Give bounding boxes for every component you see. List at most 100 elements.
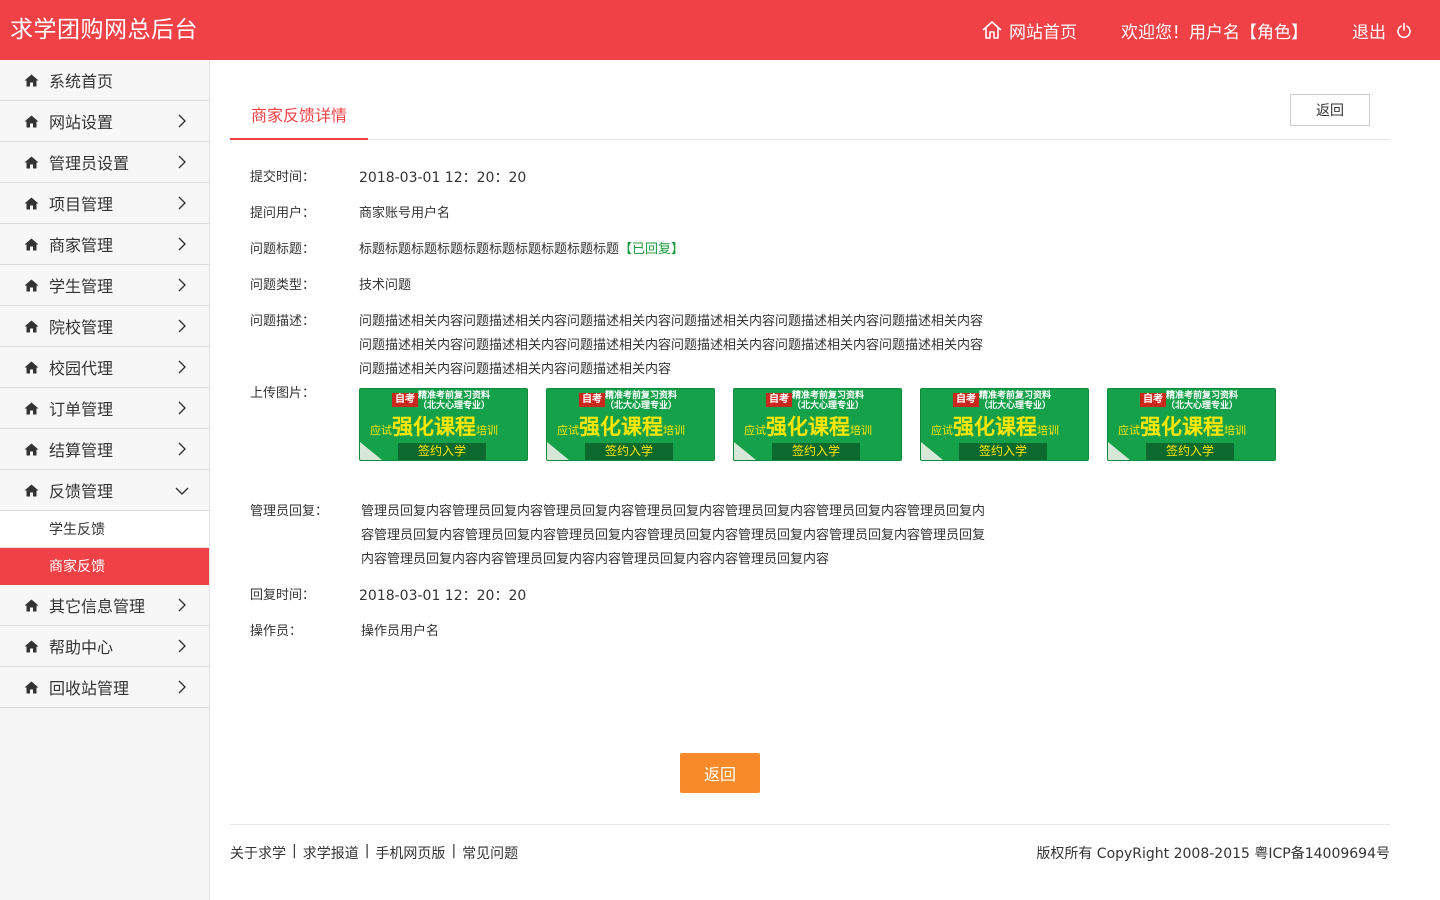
uploaded-image[interactable]: 自考 精准考前复习资料 （北大心理专业） 应试强化课程培训 签约入学 [920,388,1089,461]
footer-link-faq[interactable]: 常见问题 [462,843,518,863]
home-icon [24,320,39,333]
home-icon [24,115,39,128]
ad-top-line: 精准考前复习资料 [792,391,865,401]
ad-small: 培训 [1037,424,1059,437]
operator-label: 操作员： [250,624,303,639]
home-outline-icon [982,21,1002,39]
ad-badge: 自考 [392,393,418,407]
sidebar-item-dashboard[interactable]: 系统首页 [0,60,209,101]
ad-small: 培训 [663,424,685,437]
top-header: 求学团购网总后台 网站首页 欢迎您！用户名【角色】 退出 [0,0,1440,60]
back-button[interactable]: 返回 [680,753,760,793]
ad-small: 培训 [476,424,498,437]
description-line: 问题描述相关内容问题描述相关内容问题描述相关内容问题描述相关内容问题描述相关内容… [359,314,984,329]
ad-bottom: 签约入学 [1146,443,1234,460]
ad-top-line: （北大心理专业） [418,401,491,411]
footer-link-news[interactable]: 求学报道 [303,843,359,863]
sidebar-subitem-merchant-feedback[interactable]: 商家反馈 [0,548,209,585]
admin-reply-line: 内容管理员回复内容内容管理员回复内容内容管理员回复内容内容管理员回复内容 [361,552,830,567]
footer-separator: | [292,843,297,859]
sidebar-item-help-center[interactable]: 帮助中心 [0,626,209,667]
ad-big: 强化课程 [1140,415,1224,439]
chevron-right-icon [178,278,186,292]
sidebar-item-label: 学生管理 [49,277,114,296]
site-home-label: 网站首页 [1009,22,1077,43]
chevron-right-icon [178,680,186,694]
user-value: 商家账号用户名 [359,206,451,221]
type-value: 技术问题 [359,278,412,293]
uploaded-image[interactable]: 自考 精准考前复习资料 （北大心理专业） 应试强化课程培训 签约入学 [733,388,902,461]
sidebar-item-projects[interactable]: 项目管理 [0,183,209,224]
welcome-text: 欢迎您！用户名【角色】 [1121,22,1308,43]
ad-bottom: 签约入学 [772,443,860,460]
sidebar-item-merchants[interactable]: 商家管理 [0,224,209,265]
status-badge: 【已回复】 [619,242,685,257]
logout-label: 退出 [1352,22,1386,43]
site-home-link[interactable]: 网站首页 [981,18,1077,43]
user-welcome[interactable]: 欢迎您！用户名【角色】 [1121,18,1308,43]
back-button-top[interactable]: 返回 [1290,94,1370,126]
home-icon [24,681,39,694]
ad-big: 强化课程 [579,415,663,439]
sidebar-subitem-label: 商家反馈 [49,559,105,575]
description-label: 问题描述： [250,314,316,329]
description-line: 问题描述相关内容问题描述相关内容问题描述相关内容问题描述相关内容问题描述相关内容… [359,338,984,353]
ad-small: 应试 [370,424,392,437]
sidebar-item-label: 其它信息管理 [49,597,146,616]
tab-bar: 商家反馈详情 返回 [230,90,1390,140]
sidebar-item-feedback[interactable]: 反馈管理 [0,470,209,511]
ad-top-line: （北大心理专业） [605,401,678,411]
ad-badge: 自考 [766,393,792,407]
sidebar-item-settlement[interactable]: 结算管理 [0,429,209,470]
footer-links: 关于求学 | 求学报道 | 手机网页版 | 常见问题 [230,843,518,863]
sidebar-item-admin-settings[interactable]: 管理员设置 [0,142,209,183]
chevron-right-icon [178,639,186,653]
uploaded-image[interactable]: 自考 精准考前复习资料 （北大心理专业） 应试强化课程培训 签约入学 [546,388,715,461]
page-curl-decoration [1108,442,1130,460]
ad-bottom: 签约入学 [398,443,486,460]
sidebar-subitem-student-feedback[interactable]: 学生反馈 [0,511,209,548]
page-curl-decoration [547,442,569,460]
ad-big: 强化课程 [953,415,1037,439]
ad-small: 培训 [1224,424,1246,437]
sidebar-item-orders[interactable]: 订单管理 [0,388,209,429]
home-icon [24,156,39,169]
sidebar-item-students[interactable]: 学生管理 [0,265,209,306]
sidebar-item-other-info[interactable]: 其它信息管理 [0,585,209,626]
admin-reply-value: 管理员回复内容管理员回复内容管理员回复内容管理员回复内容管理员回复内容管理员回复… [361,500,1041,572]
sidebar-item-schools[interactable]: 院校管理 [0,306,209,347]
home-icon [24,640,39,653]
chevron-right-icon [178,598,186,612]
footer-link-about[interactable]: 关于求学 [230,843,286,863]
submit-time-label: 提交时间： [250,170,316,185]
reply-time-value: 2018-03-01 12：20：20 [359,588,527,604]
admin-reply-label: 管理员回复： [250,504,329,519]
type-label: 问题类型： [250,278,316,293]
ad-small: 应试 [557,424,579,437]
copyright: 版权所有 CopyRight 2008-2015 粤ICP备14009694号 [1036,846,1390,862]
ad-badge: 自考 [1140,393,1166,407]
sidebar-item-site-settings[interactable]: 网站设置 [0,101,209,142]
top-nav: 网站首页 欢迎您！用户名【角色】 退出 [937,0,1412,60]
footer-link-mobile[interactable]: 手机网页版 [375,843,445,863]
sidebar-item-campus-agents[interactable]: 校园代理 [0,347,209,388]
sidebar-subitem-label: 学生反馈 [49,522,105,538]
home-icon [24,599,39,612]
images-label: 上传图片： [250,386,316,401]
logout-button[interactable]: 退出 [1352,18,1412,43]
chevron-right-icon [178,360,186,374]
app-title: 求学团购网总后台 [10,17,198,43]
chevron-right-icon [178,196,186,210]
chevron-right-icon [178,114,186,128]
home-icon [24,443,39,456]
ad-bottom: 签约入学 [585,443,673,460]
sidebar-item-recycle-bin[interactable]: 回收站管理 [0,667,209,708]
admin-reply-line: 管理员回复内容管理员回复内容管理员回复内容管理员回复内容管理员回复内容管理员回复… [361,504,986,519]
home-icon [24,197,39,210]
chevron-right-icon [178,401,186,415]
uploaded-image[interactable]: 自考 精准考前复习资料 （北大心理专业） 应试强化课程培训 签约入学 [1107,388,1276,461]
home-icon [24,74,39,87]
home-icon [24,238,39,251]
tab-merchant-feedback-detail[interactable]: 商家反馈详情 [230,90,368,140]
uploaded-image[interactable]: 自考 精准考前复习资料 （北大心理专业） 应试强化课程培训 签约入学 [359,388,528,461]
